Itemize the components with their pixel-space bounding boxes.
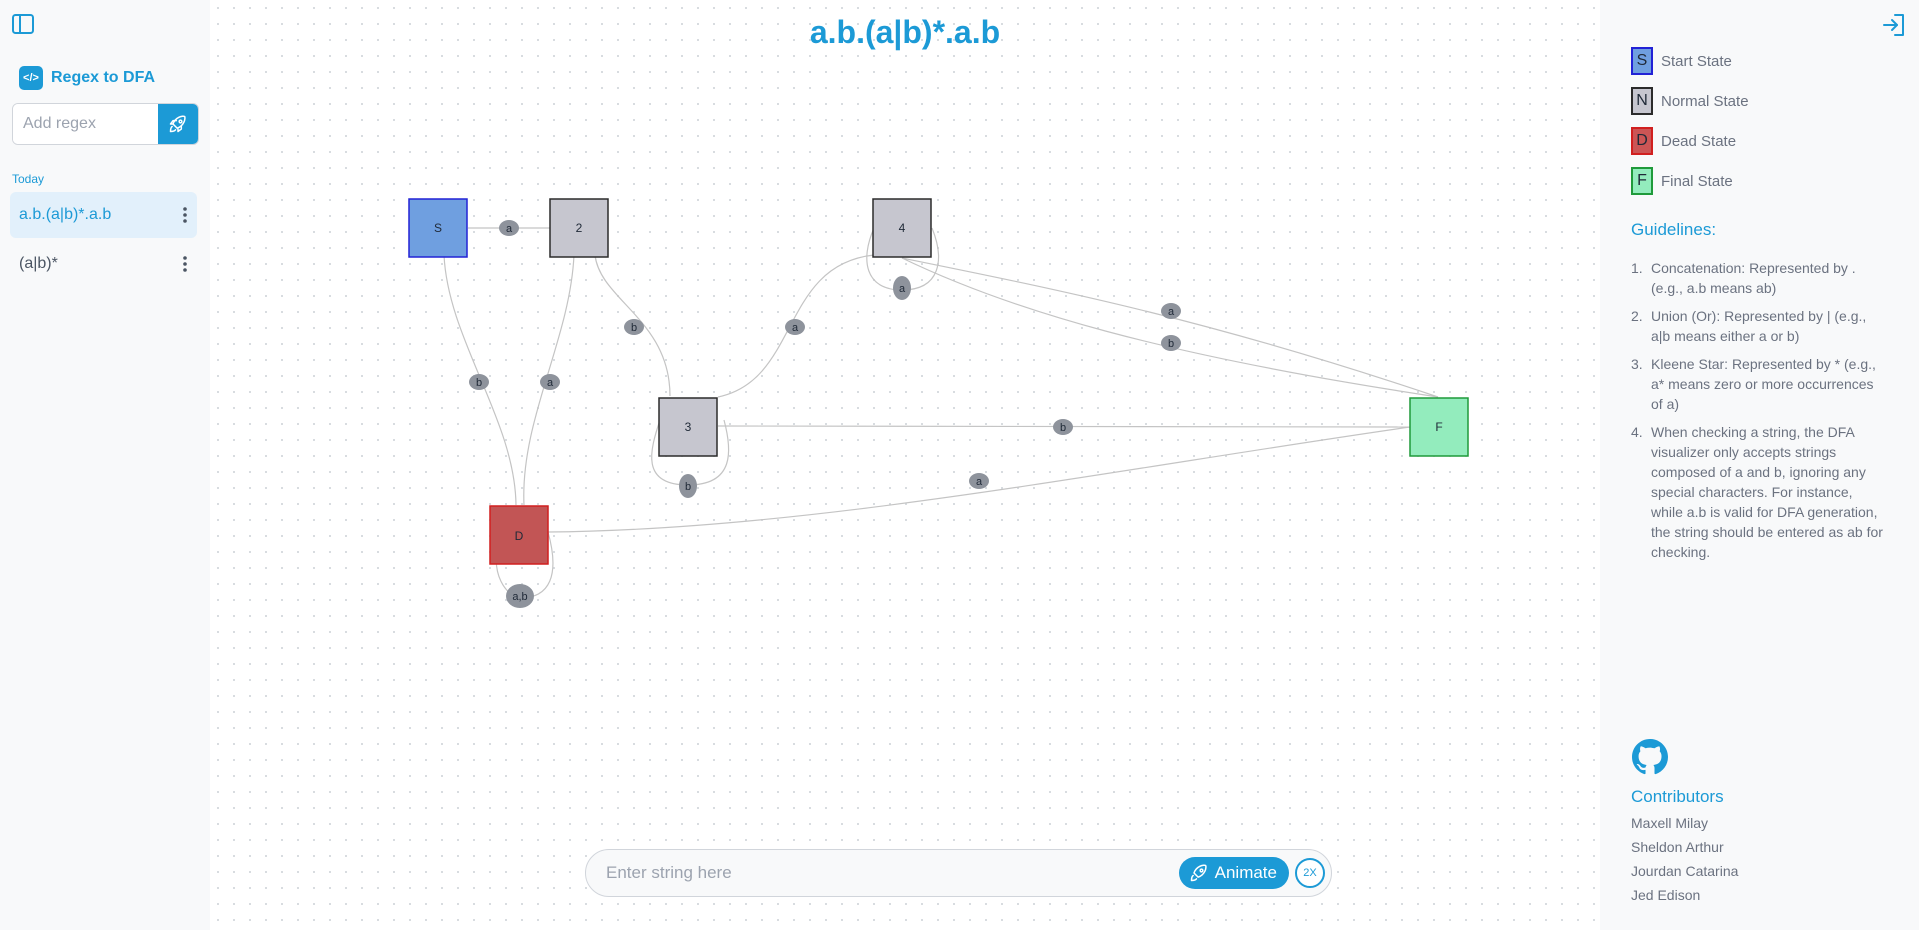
guideline-text: Kleene Star: Represented by * (e.g., a* … bbox=[1651, 356, 1876, 412]
state-label: 3 bbox=[685, 420, 692, 434]
guideline-number: 3. bbox=[1631, 356, 1643, 372]
edge-label: b bbox=[679, 474, 697, 498]
animate-button[interactable]: Animate bbox=[1178, 857, 1289, 889]
edge-label: b bbox=[469, 374, 489, 390]
generate-dfa-button[interactable] bbox=[158, 104, 198, 144]
rocket-icon bbox=[169, 115, 186, 133]
regex-form bbox=[12, 103, 199, 145]
edge-label: b bbox=[1161, 335, 1181, 351]
legend-swatch: N bbox=[1631, 87, 1653, 115]
legend-label: Start State bbox=[1661, 52, 1732, 70]
state-label: F bbox=[1435, 420, 1442, 434]
guidelines-list: 1. Concatenation: Represented by . (e.g.,… bbox=[1631, 258, 1886, 570]
svg-text:a: a bbox=[792, 322, 799, 334]
legend-swatch: S bbox=[1631, 47, 1653, 75]
rocket-icon bbox=[1190, 864, 1207, 882]
contributors-title: Contributors bbox=[1631, 787, 1724, 806]
svg-text:a: a bbox=[506, 223, 513, 235]
more-vertical-icon[interactable] bbox=[173, 207, 197, 223]
legend-final-state: F Final State bbox=[1631, 167, 1733, 195]
svg-text:b: b bbox=[1168, 338, 1174, 350]
edge-label: a bbox=[499, 220, 519, 236]
svg-text:b: b bbox=[1060, 422, 1066, 434]
contributor-name: Jed Edison bbox=[1631, 887, 1701, 903]
dfa-state-normal[interactable]: 4 bbox=[872, 198, 932, 258]
svg-text:b: b bbox=[631, 322, 637, 334]
string-input[interactable] bbox=[604, 862, 1179, 884]
edge-label: a bbox=[785, 319, 805, 335]
dfa-state-final[interactable]: F bbox=[1409, 397, 1469, 457]
speed-toggle-button[interactable]: 2X bbox=[1295, 858, 1325, 888]
animate-button-label: Animate bbox=[1214, 863, 1277, 882]
history-item[interactable]: a.b.(a|b)*.a.b bbox=[10, 192, 197, 238]
edge-label: a bbox=[893, 276, 911, 300]
regex-logo-icon: </> bbox=[19, 66, 43, 90]
log-in-icon[interactable] bbox=[1881, 12, 1907, 38]
app-brand: </> Regex to DFA bbox=[19, 66, 155, 90]
contributor-name: Sheldon Arthur bbox=[1631, 839, 1724, 855]
legend-label: Dead State bbox=[1661, 132, 1737, 150]
guideline-number: 4. bbox=[1631, 424, 1643, 440]
svg-text:a: a bbox=[1168, 306, 1175, 318]
edge-label: a bbox=[540, 374, 560, 390]
svg-text:b: b bbox=[476, 377, 482, 389]
edge-label: b bbox=[624, 319, 644, 335]
state-label: D bbox=[515, 529, 524, 543]
app-name: Regex to DFA bbox=[51, 69, 156, 86]
edge-4-f-a bbox=[901, 257, 1439, 398]
edge-label: a bbox=[1161, 303, 1181, 319]
edge-4-f-b bbox=[901, 257, 1439, 398]
guideline-number: 1. bbox=[1631, 260, 1643, 276]
legend-normal-state: N Normal State bbox=[1631, 87, 1749, 115]
svg-text:a: a bbox=[899, 283, 906, 295]
legend-dead-state: D Dead State bbox=[1631, 127, 1736, 155]
edge-label: b bbox=[1053, 419, 1073, 435]
more-vertical-icon[interactable] bbox=[173, 256, 197, 272]
edge-label: a bbox=[969, 473, 989, 489]
dfa-graph: S 2 4 3 D F a b a b a b a a b b a a,b bbox=[408, 198, 1469, 608]
dfa-state-dead[interactable]: D bbox=[489, 505, 549, 565]
guidelines-title: Guidelines: bbox=[1631, 220, 1717, 239]
sidebar-toggle-icon[interactable] bbox=[12, 14, 34, 34]
svg-text:b: b bbox=[685, 481, 691, 493]
string-check-bar: Animate 2X bbox=[585, 849, 1332, 897]
guideline-text: Concatenation: Represented by . (e.g., a… bbox=[1651, 260, 1856, 296]
history-item-label: a.b.(a|b)*.a.b bbox=[19, 206, 112, 223]
svg-text:a,b: a,b bbox=[512, 591, 527, 603]
state-label: S bbox=[434, 221, 442, 235]
contributor-name: Jourdan Catarina bbox=[1631, 863, 1739, 879]
guideline-item: 1. Concatenation: Represented by . (e.g.,… bbox=[1631, 258, 1886, 298]
guideline-item: 4. When checking a string, the DFA visual… bbox=[1631, 422, 1886, 562]
edge-label: a,b bbox=[506, 584, 534, 608]
guideline-number: 2. bbox=[1631, 308, 1643, 324]
history-item-label: (a|b)* bbox=[19, 255, 58, 272]
contributor-name: Maxell Milay bbox=[1631, 815, 1709, 831]
regex-input[interactable] bbox=[13, 104, 158, 144]
svg-text:a: a bbox=[547, 377, 554, 389]
state-label: 4 bbox=[899, 221, 906, 235]
legend-label: Final State bbox=[1661, 172, 1733, 190]
guideline-text: Union (Or): Represented by | (e.g., a|b … bbox=[1651, 308, 1867, 344]
history-section-label: Today bbox=[12, 172, 45, 186]
legend-label: Normal State bbox=[1661, 92, 1749, 110]
legend-start-state: S Start State bbox=[1631, 47, 1732, 75]
state-label: 2 bbox=[576, 221, 583, 235]
guideline-item: 2. Union (Or): Represented by | (e.g., a|… bbox=[1631, 306, 1886, 346]
guideline-item: 3. Kleene Star: Represented by * (e.g., a… bbox=[1631, 354, 1886, 414]
github-icon[interactable] bbox=[1632, 739, 1668, 775]
sidebar: </> Regex to DFA Today a.b.(a|b)*.a.b (a… bbox=[0, 0, 210, 930]
dfa-state-normal[interactable]: 2 bbox=[549, 198, 609, 258]
legend-swatch: F bbox=[1631, 167, 1653, 195]
legend-swatch: D bbox=[1631, 127, 1653, 155]
dfa-state-normal[interactable]: 3 bbox=[658, 397, 718, 457]
svg-text:a: a bbox=[976, 476, 983, 488]
history-item[interactable]: (a|b)* bbox=[10, 241, 197, 287]
guideline-text: When checking a string, the DFA visualiz… bbox=[1651, 424, 1883, 560]
dfa-state-start[interactable]: S bbox=[408, 198, 468, 258]
